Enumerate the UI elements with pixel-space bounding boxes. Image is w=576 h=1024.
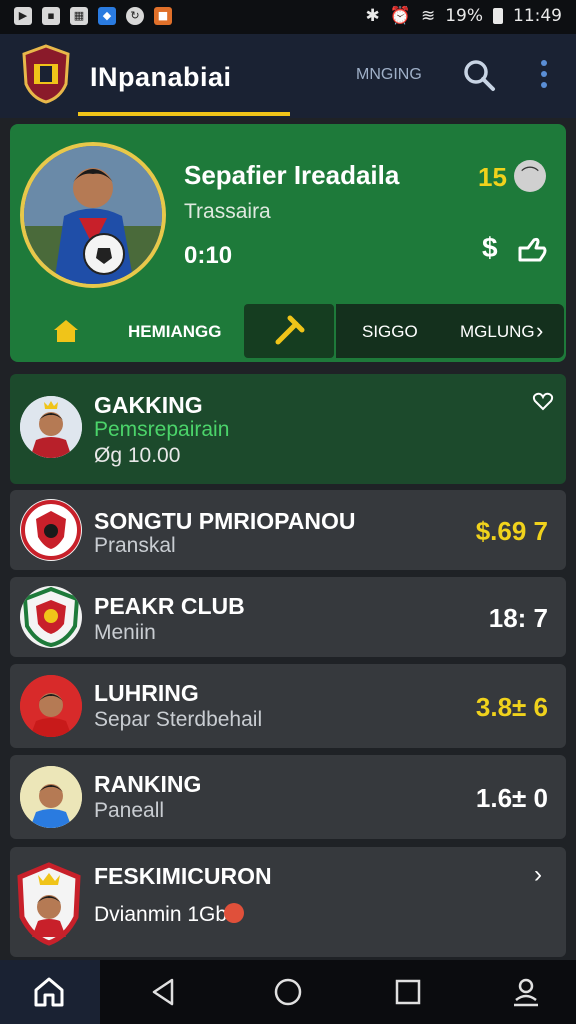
list-item-title: FESKIMICURON <box>94 863 272 889</box>
favorite-icon[interactable] <box>532 390 554 412</box>
list-item-title: SONGTU PMRIOPANOU <box>94 508 356 534</box>
list-item[interactable]: GAKKING Pemsrepairain Øg 10.00 <box>10 374 566 484</box>
avatar <box>20 766 82 828</box>
list-item-subtitle: Paneall <box>94 799 165 822</box>
list-item-score: 3.8± 6 <box>475 692 548 722</box>
list-item-title: GAKKING <box>94 392 203 418</box>
alarm-icon: ⏰ <box>389 6 411 26</box>
dollar-icon[interactable]: $ <box>482 232 498 264</box>
play-icon: ▶ <box>14 7 32 25</box>
club-crest-icon <box>20 499 82 561</box>
search-icon[interactable] <box>462 58 496 92</box>
nav-home[interactable] <box>0 960 100 1024</box>
avatar <box>20 675 82 737</box>
chevron-right-icon[interactable]: › <box>536 318 543 344</box>
list-item[interactable]: PEAKR CLUB Meniin 18: 7 <box>10 577 566 657</box>
list-item-score: $.69 7 <box>475 516 548 546</box>
club-crest-icon[interactable] <box>20 44 72 104</box>
hand-icon[interactable] <box>516 232 548 264</box>
nav-siggo[interactable]: SIGGO <box>362 322 418 342</box>
wifi-icon: ≋ <box>420 6 436 26</box>
notification-icon: ▪ <box>42 7 60 25</box>
sync-icon: ↻ <box>126 7 144 25</box>
app-bar: INpanabiai MNGING <box>0 34 576 118</box>
app-icon: ◆ <box>98 7 116 25</box>
status-bar: ▶ ▪ ▦ ◆ ↻ ■ ✱ ⏰ ≋ 19% 11:49 <box>0 0 576 34</box>
battery-icon <box>493 8 503 24</box>
bottom-navigation <box>0 960 576 1024</box>
list-item[interactable]: RANKING Paneall 1.6± 0 <box>10 755 566 839</box>
home-icon <box>34 977 64 1007</box>
shop-icon: ■ <box>154 7 172 25</box>
clock: 11:49 <box>513 6 562 26</box>
active-tab-indicator <box>78 112 290 116</box>
nav-hemiangg[interactable]: HEMIANGG <box>128 322 222 342</box>
club-crest-icon <box>20 586 82 648</box>
avatar <box>20 396 82 458</box>
featured-nav: HEMIANGG SIGGO MGLUNG › <box>10 302 566 362</box>
home-icon[interactable] <box>52 318 80 344</box>
list-item[interactable]: LUHRING Separ Sterdbehail 3.8± 6 <box>10 664 566 748</box>
home-circle-icon[interactable] <box>270 974 306 1010</box>
app-title: INpanabiai <box>90 62 232 92</box>
featured-match-time: 0:10 <box>184 242 233 269</box>
trend-icon[interactable]: ⌒ <box>514 160 546 192</box>
list-item-score: 18: 7 <box>488 603 548 633</box>
featured-player-photo <box>20 142 166 288</box>
battery-percent: 19% <box>445 6 483 26</box>
tool-button[interactable] <box>244 304 334 358</box>
club-crest-icon <box>16 861 82 947</box>
list-item[interactable]: SONGTU PMRIOPANOU Pranskal $.69 7 <box>10 490 566 570</box>
profile-icon[interactable] <box>508 974 544 1010</box>
list-item-title: PEAKR CLUB <box>94 593 245 619</box>
chevron-right-icon[interactable]: › <box>534 861 542 889</box>
record-icon <box>224 903 244 923</box>
tab-mnging[interactable]: MNGING <box>356 66 422 84</box>
back-icon[interactable] <box>146 974 182 1010</box>
list-item-subtitle: Pranskal <box>94 534 176 557</box>
list-item[interactable]: FESKIMICURON Dvianmin 1Gb › <box>10 847 566 957</box>
featured-player-subtitle: Trassaira <box>184 200 271 223</box>
featured-player-card[interactable]: Sepafier Ireadaila Trassaira 0:10 15 ⌒ $… <box>10 124 566 362</box>
list-item-title: RANKING <box>94 771 202 797</box>
featured-score: 15 <box>478 162 507 192</box>
featured-player-name: Sepafier Ireadaila <box>184 160 400 190</box>
list-item-subtitle: Dvianmin 1Gb <box>94 903 228 926</box>
list-item-score: 1.6± 0 <box>475 783 548 813</box>
hammer-icon <box>275 315 305 345</box>
more-vert-icon[interactable] <box>534 58 554 92</box>
list-item-subtitle: Pemsrepairain <box>94 418 230 441</box>
bluetooth-icon: ✱ <box>365 6 380 26</box>
recents-icon[interactable] <box>390 974 426 1010</box>
list-item-title: LUHRING <box>94 680 199 706</box>
list-item-subtitle: Meniin <box>94 621 156 644</box>
image-icon: ▦ <box>70 7 88 25</box>
list-item-subtitle: Separ Sterdbehail <box>94 708 263 731</box>
nav-mglung[interactable]: MGLUNG <box>460 322 535 342</box>
list-item-value: Øg 10.00 <box>94 444 181 467</box>
